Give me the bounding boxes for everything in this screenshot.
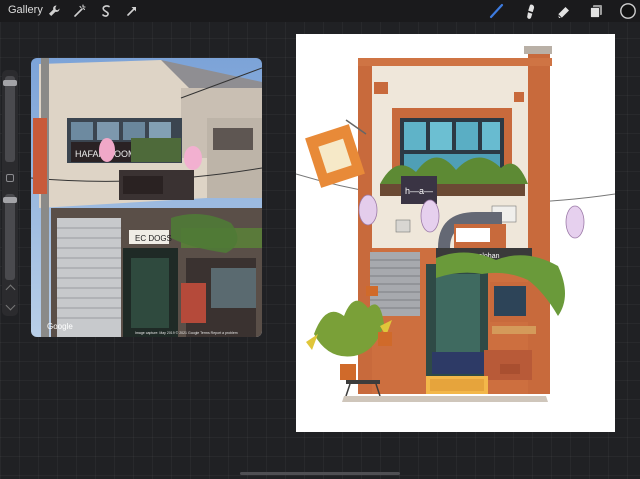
- color-swatch[interactable]: [619, 2, 637, 20]
- magic-wand-icon[interactable]: [72, 3, 88, 19]
- opacity-knob[interactable]: [3, 197, 17, 203]
- google-watermark: Google: [47, 322, 73, 331]
- brush-size-slider[interactable]: [3, 76, 17, 162]
- gallery-button[interactable]: Gallery: [8, 4, 43, 16]
- layers-icon[interactable]: [587, 2, 605, 20]
- top-toolbar: Gallery: [0, 0, 640, 22]
- drawing-canvas[interactable]: h—a— Angelohan: [296, 34, 615, 432]
- brush-size-knob[interactable]: [3, 80, 17, 86]
- window-sign: h—a—: [405, 186, 433, 196]
- home-indicator[interactable]: [240, 472, 400, 475]
- eraser-icon[interactable]: [554, 2, 572, 20]
- transform-arrow-icon[interactable]: [124, 3, 140, 19]
- opacity-slider[interactable]: [3, 194, 17, 280]
- selection-icon[interactable]: [98, 3, 114, 19]
- photo-caption: Image capture: May 2019 © 2021 Google Te…: [135, 331, 238, 335]
- undo-icon[interactable]: [5, 284, 16, 295]
- brush-icon[interactable]: [488, 2, 506, 20]
- reference-photo[interactable]: HAFAR ROOM EC DOGS Google Image capture:…: [31, 58, 262, 337]
- photo-small-sign: EC DOGS: [135, 234, 172, 243]
- redo-icon[interactable]: [5, 300, 16, 311]
- modify-button[interactable]: [6, 174, 14, 182]
- wrench-icon[interactable]: [46, 3, 62, 19]
- brush-sidebar: [2, 70, 18, 316]
- smudge-icon[interactable]: [521, 2, 539, 20]
